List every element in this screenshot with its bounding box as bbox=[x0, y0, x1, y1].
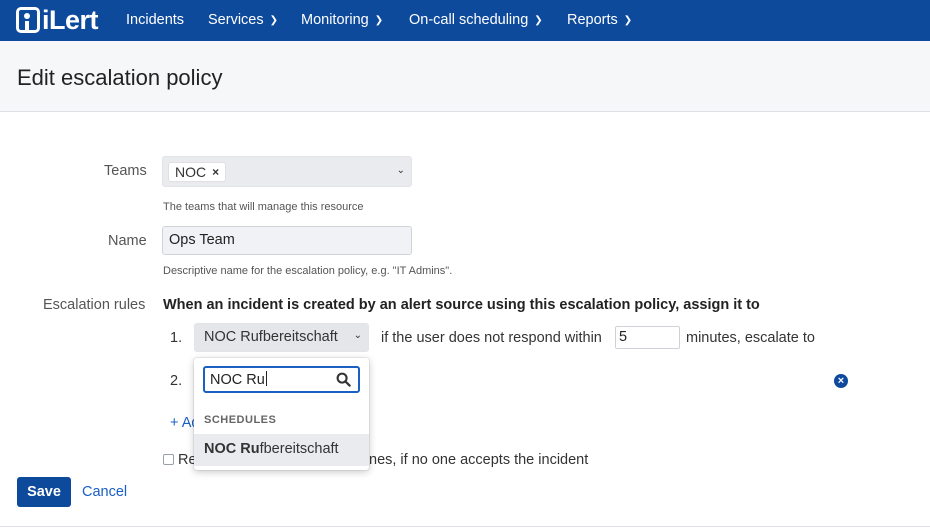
chevron-down-icon: ⌄ bbox=[396, 165, 405, 176]
page-header: Edit escalation policy bbox=[0, 41, 930, 112]
nav-on-call-scheduling[interactable]: On-call scheduling ❯ bbox=[409, 0, 543, 41]
assignee-dropdown: NOC Ru SCHEDULES NOC Rufbereitschaft bbox=[194, 358, 369, 470]
nav-services-label: Services bbox=[208, 12, 264, 28]
footer-divider bbox=[0, 526, 930, 527]
nav-monitoring-label: Monitoring bbox=[301, 12, 369, 28]
repeat-checkbox[interactable] bbox=[163, 454, 174, 465]
ilert-logo[interactable]: iLert bbox=[16, 6, 108, 34]
nav-on-call-label: On-call scheduling bbox=[409, 12, 529, 28]
search-icon bbox=[336, 372, 351, 387]
chevron-down-icon: ⌄ bbox=[353, 330, 362, 341]
dropdown-option[interactable]: NOC Rufbereitschaft bbox=[194, 434, 369, 466]
teams-select[interactable]: NOC × ⌄ bbox=[162, 156, 412, 187]
chevron-down-icon: ❯ bbox=[623, 15, 633, 26]
cancel-button[interactable]: Cancel bbox=[82, 484, 127, 500]
dropdown-option-label: NOC Rufbereitschaft bbox=[204, 441, 339, 457]
rule-2-index: 2. bbox=[170, 373, 183, 389]
rule-1-suffix-text: minutes, escalate to bbox=[686, 330, 815, 346]
teams-help: The teams that will manage this resource bbox=[163, 201, 364, 213]
teams-label: Teams bbox=[104, 163, 147, 179]
nav-incidents[interactable]: Incidents bbox=[126, 0, 184, 41]
repeat-checkbox-label-suffix: nes, if no one accepts the incident bbox=[369, 452, 589, 468]
top-navbar: iLert Incidents Services ❯ Monitoring ❯ On… bbox=[0, 0, 930, 41]
rule-1-assignee-select[interactable]: NOC Rufbereitschaft ⌄ bbox=[194, 323, 369, 352]
logo-mark-icon bbox=[16, 7, 40, 33]
nav-reports[interactable]: Reports ❯ bbox=[567, 0, 632, 41]
page-title: Edit escalation policy bbox=[17, 65, 223, 90]
chevron-down-icon: ❯ bbox=[374, 15, 384, 26]
escalation-rules-title: When an incident is created by an alert … bbox=[163, 297, 760, 313]
text-cursor bbox=[265, 371, 267, 386]
name-help: Descriptive name for the escalation poli… bbox=[163, 265, 453, 277]
chevron-down-icon: ❯ bbox=[269, 15, 278, 26]
rule-1-condition-text: if the user does not respond within bbox=[381, 330, 602, 346]
escalation-rules-label: Escalation rules bbox=[43, 297, 146, 313]
name-label: Name bbox=[108, 233, 147, 249]
chip-remove-icon[interactable]: × bbox=[212, 163, 219, 181]
dropdown-search-value: NOC Ru bbox=[210, 371, 267, 388]
nav-reports-label: Reports bbox=[567, 12, 618, 28]
nav-incidents-label: Incidents bbox=[126, 12, 185, 28]
rule-1-index: 1. bbox=[170, 330, 183, 346]
team-chip-label: NOC bbox=[175, 164, 207, 180]
rule-1-assignee-value: NOC Rufbereitschaft bbox=[204, 329, 338, 345]
dropdown-search-input[interactable]: NOC Ru bbox=[203, 366, 360, 393]
logo-text: iLert bbox=[42, 5, 99, 35]
rule-1-minutes-input[interactable]: 5 bbox=[615, 326, 680, 349]
nav-services[interactable]: Services ❯ bbox=[208, 0, 278, 41]
team-chip: NOC × bbox=[168, 162, 227, 182]
name-input[interactable]: Ops Team bbox=[162, 226, 412, 255]
nav-monitoring[interactable]: Monitoring ❯ bbox=[301, 0, 383, 41]
save-button[interactable]: Save bbox=[17, 477, 71, 507]
chevron-down-icon: ❯ bbox=[534, 15, 543, 26]
remove-rule-icon[interactable]: × bbox=[834, 374, 848, 388]
dropdown-group-label: SCHEDULES bbox=[204, 414, 277, 426]
